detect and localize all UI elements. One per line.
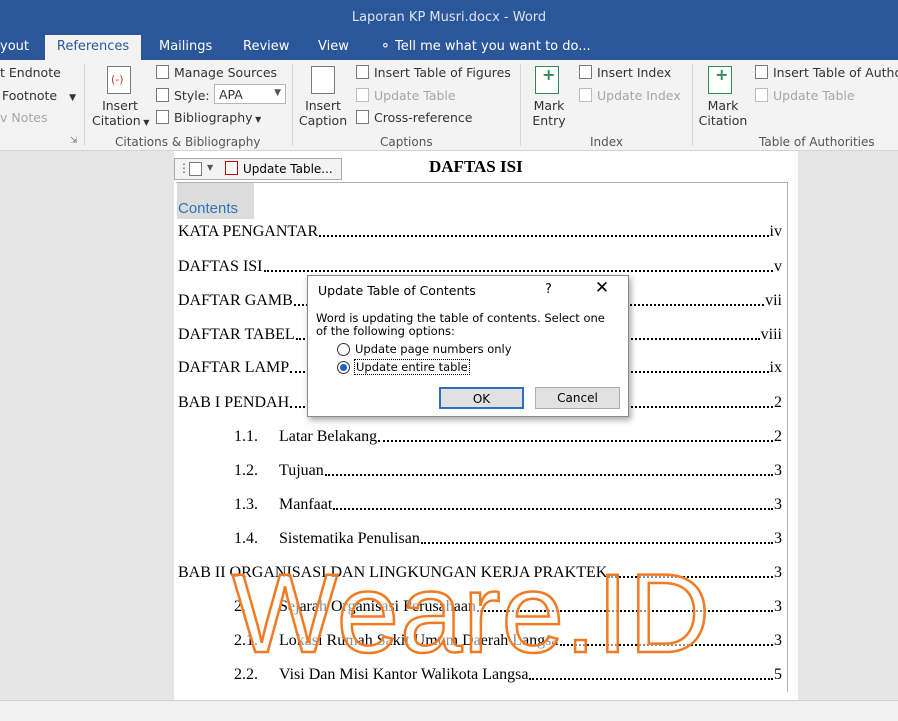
dropdown-arrow-icon: ▼ (69, 93, 77, 103)
option-entire-table[interactable]: Update entire table (337, 359, 557, 375)
update-table-icon (225, 161, 238, 175)
mark-citation-button[interactable]: Mark Citation (698, 98, 748, 128)
insert-table-of-authorities-button[interactable]: Insert Table of Autho (755, 65, 898, 80)
tab-view[interactable]: View (318, 35, 349, 60)
update-table-figures-button[interactable]: Update Table (356, 88, 456, 103)
insert-index-icon (579, 65, 592, 79)
group-separator (84, 64, 85, 146)
insert-citation-button[interactable]: Insert Citation ▼ (92, 98, 150, 130)
toc-entry[interactable]: 1.1. Latar Belakang 2 (178, 424, 782, 446)
show-notes-button[interactable]: v Notes (0, 110, 47, 125)
tell-me-box[interactable]: ⚬ Tell me what you want to do... (380, 35, 591, 60)
insert-endnote-button[interactable]: t Endnote (0, 65, 61, 80)
ribbon: t Endnote Footnote ▼ v Notes ⇲ (-) Inser… (0, 60, 898, 151)
update-index-icon (579, 88, 592, 102)
bibliography-button[interactable]: Bibliography ▼ (156, 110, 261, 125)
insert-caption-icon (311, 66, 335, 94)
cross-reference-button[interactable]: Cross-reference (356, 110, 472, 125)
radio-page-numbers[interactable] (337, 343, 350, 356)
radio-selected-dot (340, 364, 347, 371)
cancel-button[interactable]: Cancel (535, 387, 620, 409)
table-of-authorities-icon (755, 65, 768, 79)
group-label-authorities: Table of Authorities (759, 135, 875, 149)
mark-entry-button[interactable]: Mark Entry (527, 98, 571, 128)
page-heading: DAFTAS ISI (429, 157, 523, 176)
radio-entire-table[interactable] (337, 361, 350, 374)
group-separator (692, 64, 693, 146)
status-bar (0, 700, 898, 721)
toc-content-control-tab: ⋮ ▼ Update Table... (174, 158, 342, 180)
dropdown-arrow-icon: ▼ (140, 118, 150, 127)
update-table-button[interactable]: Update Table... (225, 159, 333, 179)
dropdown-arrow-icon: ▼ (252, 115, 262, 124)
option-page-numbers[interactable]: Update page numbers only (337, 342, 557, 357)
manage-sources-button[interactable]: Manage Sources (156, 65, 277, 80)
window-title: Laporan KP Musri.docx - Word (351, 10, 547, 25)
lightbulb-icon: ⚬ (380, 39, 391, 54)
style-icon (156, 88, 169, 102)
update-toc-dialog: Update Table of Contents ? ✕ Word is upd… (307, 275, 629, 417)
contents-label: Contents (177, 183, 254, 219)
table-of-figures-icon (356, 65, 369, 79)
toc-entry[interactable]: 1.4. Sistematika Penulisan 3 (178, 526, 782, 548)
toc-entry[interactable]: DAFTAS ISI v (178, 254, 782, 276)
dialog-launcher-icon[interactable]: ⇲ (70, 136, 78, 146)
tab-review[interactable]: Review (243, 35, 289, 60)
insert-table-of-figures-button[interactable]: Insert Table of Figures (356, 65, 511, 80)
manage-sources-icon (156, 65, 169, 79)
update-table-authorities-button[interactable]: Update Table (755, 88, 855, 103)
ok-button[interactable]: OK (439, 387, 524, 409)
update-table-icon (356, 88, 369, 102)
update-table-icon (755, 88, 768, 102)
dialog-message: Word is updating the table of contents. … (316, 311, 605, 338)
insert-caption-button[interactable]: Insert Caption (297, 98, 349, 128)
style-control: Style: (156, 88, 210, 103)
group-label-captions: Captions (380, 135, 433, 149)
chevron-down-icon: ▼ (274, 88, 281, 98)
ribbon-tabs: yout References Mailings Review View ⚬ T… (0, 35, 898, 60)
group-label-index: Index (590, 135, 624, 149)
help-button[interactable]: ? (545, 282, 552, 297)
tab-layout[interactable]: yout (0, 35, 40, 60)
next-footnote-button[interactable]: Footnote ▼ (2, 88, 76, 103)
close-button[interactable]: ✕ (591, 277, 613, 299)
insert-citation-icon: (-) (107, 66, 131, 94)
toc-entry[interactable]: 1.2. Tujuan 3 (178, 458, 782, 480)
title-bar: Laporan KP Musri.docx - Word (0, 0, 898, 35)
chevron-down-icon[interactable]: ▼ (207, 163, 213, 172)
insert-index-button[interactable]: Insert Index (579, 65, 671, 80)
style-dropdown[interactable]: APA ▼ (214, 84, 286, 104)
dialog-title: Update Table of Contents (318, 283, 476, 298)
bibliography-icon (156, 110, 169, 124)
group-separator (520, 64, 521, 146)
group-label-citations: Citations & Bibliography (115, 135, 261, 149)
update-index-button[interactable]: Update Index (579, 88, 681, 103)
tab-mailings[interactable]: Mailings (159, 35, 212, 60)
toc-entry[interactable]: KATA PENGANTAR iv (178, 219, 782, 241)
toc-entry[interactable]: 1.3. Manfaat 3 (178, 492, 782, 514)
watermark: Weare.ID (231, 551, 711, 676)
mark-entry-icon: + (535, 65, 559, 94)
toc-menu-icon[interactable] (189, 162, 202, 176)
cross-reference-icon (356, 110, 369, 124)
tab-references[interactable]: References (45, 35, 141, 60)
close-icon: ✕ (594, 278, 610, 298)
mark-citation-icon: + (708, 65, 732, 94)
group-separator (292, 64, 293, 146)
